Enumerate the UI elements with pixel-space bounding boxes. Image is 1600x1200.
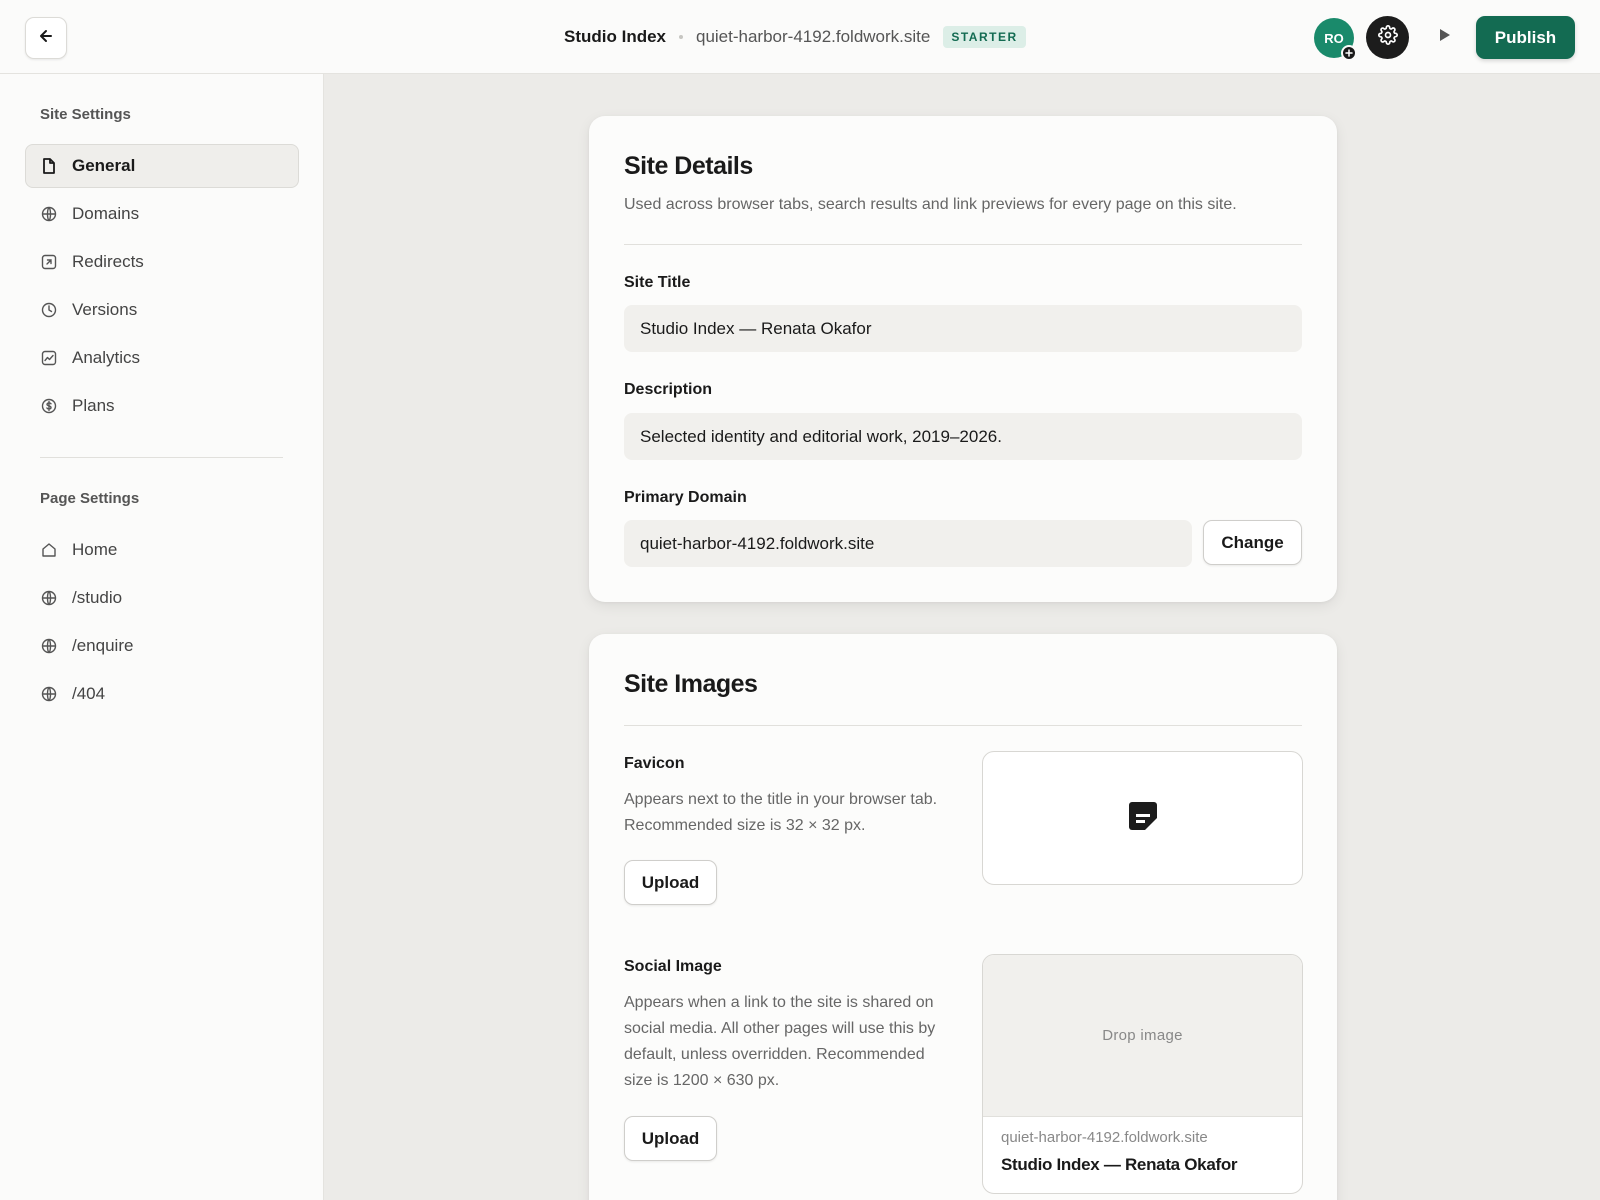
separator-dot [679, 35, 683, 39]
plus-icon [1341, 45, 1357, 61]
sidebar: Site Settings General Domains Redirects … [0, 74, 324, 1200]
social-image-dropzone[interactable]: Drop image [983, 955, 1302, 1117]
sidebar-item-label: Domains [72, 204, 140, 223]
card-title: Site Details [624, 152, 753, 180]
site-title-input[interactable] [624, 305, 1302, 352]
sidebar-item-label: Versions [72, 300, 138, 319]
sidebar-item-label: /404 [72, 684, 106, 703]
sidebar-item-label: /studio [72, 588, 123, 607]
favicon-help-text: Appears next to the title in your browse… [624, 791, 938, 834]
sidebar-item-label: General [72, 156, 136, 175]
card-divider [624, 725, 1302, 726]
play-icon [1439, 28, 1451, 47]
dollar-icon [41, 398, 57, 414]
sidebar-item-enquire[interactable]: /enquire [25, 624, 299, 668]
favicon-label: Favicon [624, 755, 685, 772]
social-preview-url: quiet-harbor-4192.foldwork.site [1001, 1129, 1208, 1146]
globe-icon [41, 590, 57, 606]
globe-icon [41, 686, 57, 702]
dropzone-label: Drop image [1102, 1027, 1183, 1044]
sidebar-item-label: Plans [72, 396, 115, 415]
description-label: Description [624, 381, 713, 398]
description-input[interactable] [624, 413, 1302, 460]
social-image-help-text: Appears when a link to the site is share… [624, 994, 936, 1089]
card-subtitle: Used across browser tabs, search results… [624, 196, 1237, 213]
sidebar-item-domains[interactable]: Domains [25, 192, 299, 236]
document-icon [41, 158, 57, 174]
sidebar-item-analytics[interactable]: Analytics [25, 336, 299, 380]
site-title-label: Site Title [624, 274, 691, 291]
favicon-preview[interactable] [982, 751, 1303, 885]
social-image-upload-button[interactable]: Upload [624, 1116, 717, 1161]
top-bar: Studio Index quiet-harbor-4192.foldwork.… [0, 0, 1600, 74]
sidebar-item-plans[interactable]: Plans [25, 384, 299, 428]
avatar-initials: RO [1324, 30, 1344, 46]
sidebar-item-label: Redirects [72, 252, 144, 271]
home-icon [41, 542, 57, 558]
social-image-label: Social Image [624, 958, 722, 975]
redirect-icon [41, 254, 57, 270]
sidebar-item-label: /enquire [72, 636, 134, 655]
sidebar-item-home[interactable]: Home [25, 528, 299, 572]
sidebar-item-404[interactable]: /404 [25, 672, 299, 716]
preview-button[interactable] [1432, 24, 1458, 50]
avatar[interactable]: RO [1314, 18, 1357, 61]
sidebar-item-redirects[interactable]: Redirects [25, 240, 299, 284]
sidebar-item-general[interactable]: General [25, 144, 299, 188]
social-preview-title: Studio Index — Renata Okafor [1001, 1155, 1238, 1174]
site-details-card: Site Details Used across browser tabs, s… [589, 116, 1337, 602]
change-domain-button[interactable]: Change [1203, 520, 1302, 565]
sidebar-item-label: Home [72, 540, 118, 559]
sidebar-item-studio[interactable]: /studio [25, 576, 299, 620]
site-name: Studio Index [564, 27, 666, 46]
page-settings-heading: Page Settings [40, 490, 140, 507]
site-settings-heading: Site Settings [40, 106, 131, 123]
gear-icon [1377, 25, 1398, 50]
plan-badge: STARTER [943, 26, 1026, 48]
publish-button[interactable]: Publish [1476, 16, 1575, 59]
favicon-logo-icon [1127, 800, 1159, 837]
social-preview-card: Drop image quiet-harbor-4192.foldwork.si… [982, 954, 1303, 1194]
favicon-upload-button[interactable]: Upload [624, 860, 717, 905]
back-button[interactable] [25, 17, 67, 59]
settings-button[interactable] [1366, 16, 1409, 59]
card-divider [624, 244, 1302, 245]
sidebar-item-label: Analytics [72, 348, 141, 367]
arrow-left-icon [38, 28, 54, 49]
clock-icon [41, 302, 57, 318]
site-domain: quiet-harbor-4192.foldwork.site [696, 27, 931, 46]
card-title: Site Images [624, 670, 758, 698]
sidebar-divider [40, 457, 283, 458]
site-identity: Studio Index quiet-harbor-4192.foldwork.… [564, 24, 1026, 50]
primary-domain-input[interactable] [624, 520, 1192, 567]
site-images-card: Site Images Favicon Appears next to the … [589, 634, 1337, 1200]
globe-icon [41, 206, 57, 222]
primary-domain-label: Primary Domain [624, 489, 747, 506]
chart-icon [41, 350, 57, 366]
globe-icon [41, 638, 57, 654]
sidebar-item-versions[interactable]: Versions [25, 288, 299, 332]
